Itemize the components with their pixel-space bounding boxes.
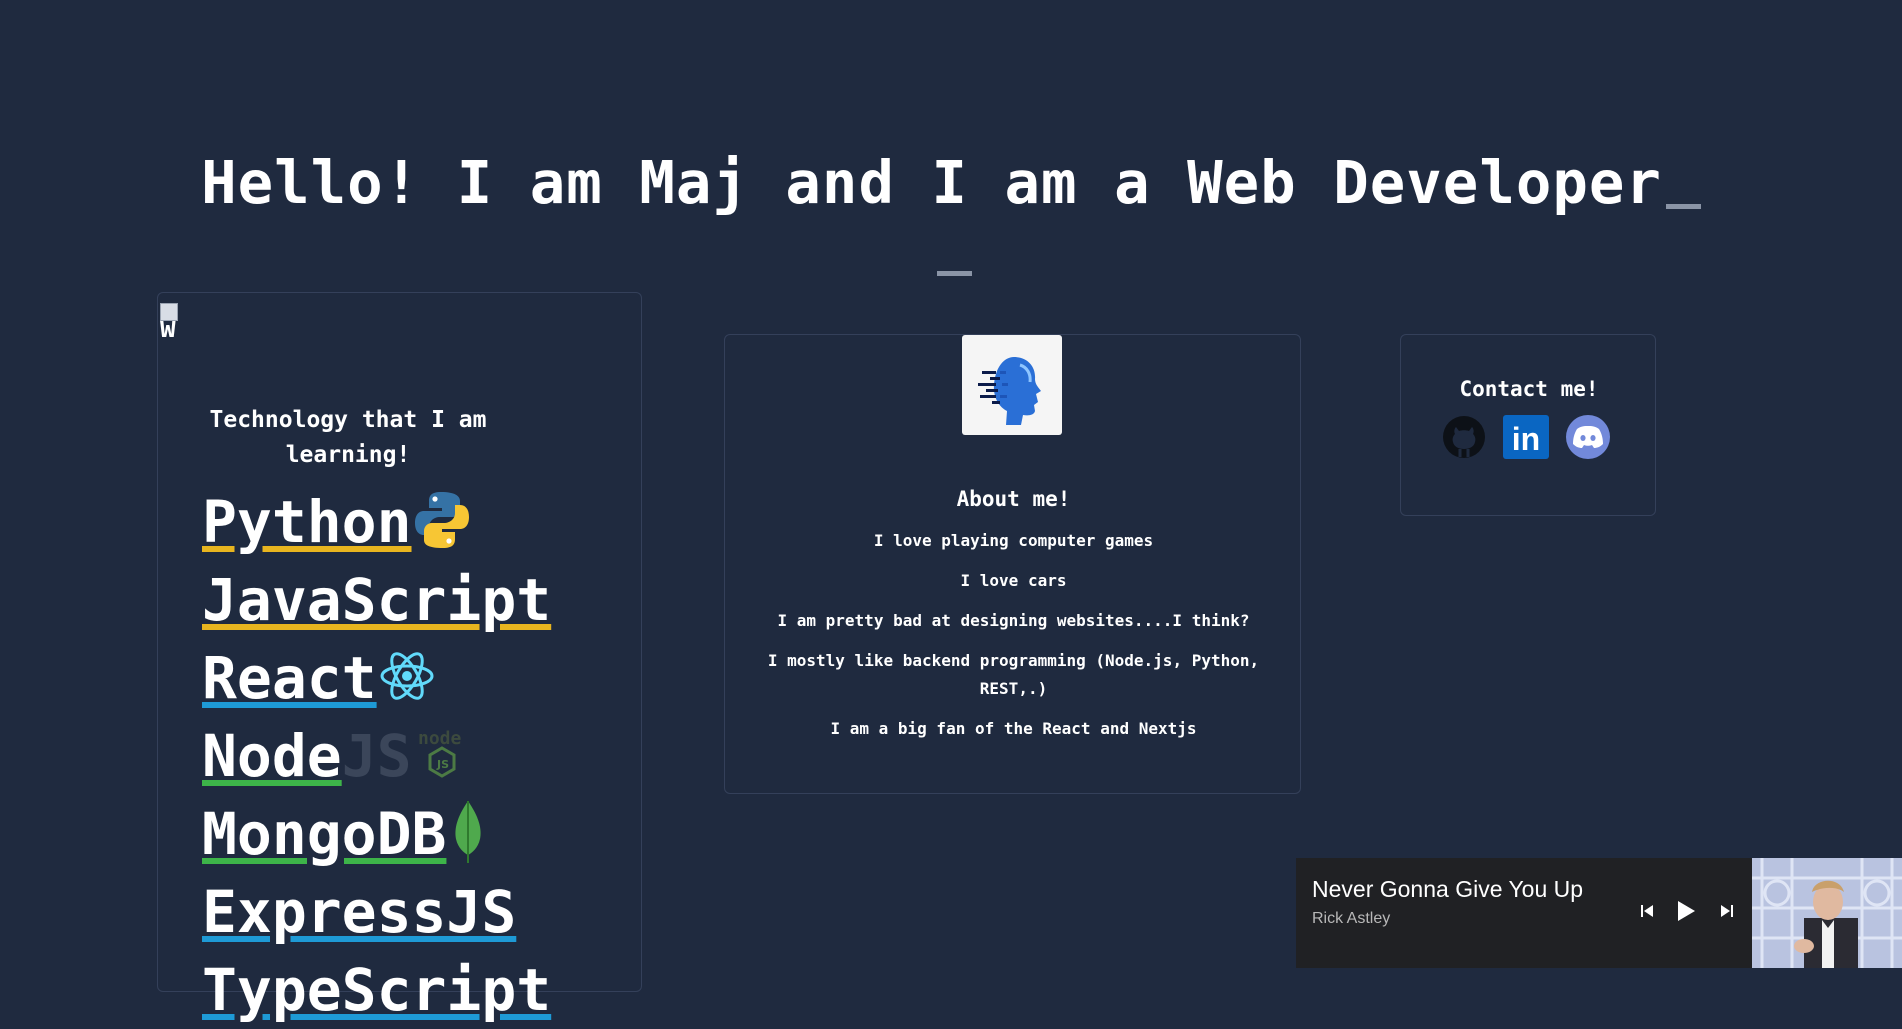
about-card: About me! I love playing computer games … — [724, 334, 1301, 794]
tech-item-mongodb: MongoDB — [202, 795, 551, 873]
album-thumbnail — [1752, 858, 1902, 968]
broken-image-alt: W — [160, 321, 176, 337]
digital-head-icon — [978, 357, 1041, 425]
contact-title: Contact me! — [1459, 377, 1599, 401]
nodejs-icon: node JS — [414, 722, 470, 790]
next-icon[interactable] — [1712, 896, 1742, 926]
linkedin-icon[interactable]: in — [1501, 415, 1551, 459]
tech-title: Technology that I am learning! — [209, 407, 487, 468]
tech-list: Python JavaScript React Node JS node JS … — [202, 483, 551, 1029]
about-line: I love cars — [960, 571, 1067, 590]
previous-icon[interactable] — [1632, 896, 1662, 926]
linkedin-text: in — [1512, 421, 1540, 457]
tech-name: ExpressJS — [202, 878, 517, 946]
tech-name: JavaScript — [202, 566, 552, 634]
song-artist: Rick Astley — [1312, 910, 1391, 927]
tech-item-node: Node JS node JS — [202, 717, 551, 795]
about-line: I am pretty bad at designing websites...… — [777, 611, 1250, 630]
tech-name: Node — [202, 722, 342, 790]
tech-name: React — [202, 644, 377, 712]
avatar — [962, 335, 1062, 435]
typing-caret — [1665, 203, 1701, 209]
tech-name: MongoDB — [202, 800, 447, 868]
about-line: I mostly like backend programming (Node.… — [767, 651, 1260, 698]
tech-item-react: React — [202, 639, 551, 717]
contact-icons: in — [1439, 415, 1613, 459]
hero-heading-text: Hello! I am Maj and I am a Web Developer — [201, 147, 1662, 217]
play-icon[interactable] — [1670, 896, 1700, 926]
mongodb-leaf-icon — [448, 799, 488, 869]
discord-icon[interactable] — [1563, 415, 1613, 459]
about-title: About me! — [956, 487, 1071, 511]
about-line: I am a big fan of the React and Nextjs — [830, 719, 1197, 738]
tech-item-typescript: TypeScript — [202, 951, 551, 1029]
python-icon — [414, 490, 470, 554]
music-player: Never Gonna Give You Up Rick Astley — [1296, 858, 1902, 968]
tech-name: Python — [202, 488, 412, 556]
hero-heading: Hello! I am Maj and I am a Web Developer — [0, 148, 1902, 217]
tech-card: W Technology that I am learning! Python … — [157, 292, 642, 1022]
github-icon[interactable] — [1439, 415, 1489, 459]
section-divider — [937, 271, 972, 276]
tech-name-suffix: JS — [341, 722, 412, 790]
song-title: Never Gonna Give You Up — [1312, 876, 1584, 902]
tech-item-python: Python — [202, 483, 551, 561]
contact-card: Contact me! in — [1400, 334, 1656, 516]
react-icon — [379, 646, 435, 710]
tech-item-expressjs: ExpressJS — [202, 873, 551, 951]
about-lines: I love playing computer games I love car… — [755, 527, 1272, 755]
svg-text:node: node — [418, 728, 462, 749]
about-line: I love playing computer games — [873, 531, 1154, 550]
broken-image-icon — [160, 303, 178, 321]
svg-text:JS: JS — [436, 758, 449, 771]
tech-item-javascript: JavaScript — [202, 561, 551, 639]
